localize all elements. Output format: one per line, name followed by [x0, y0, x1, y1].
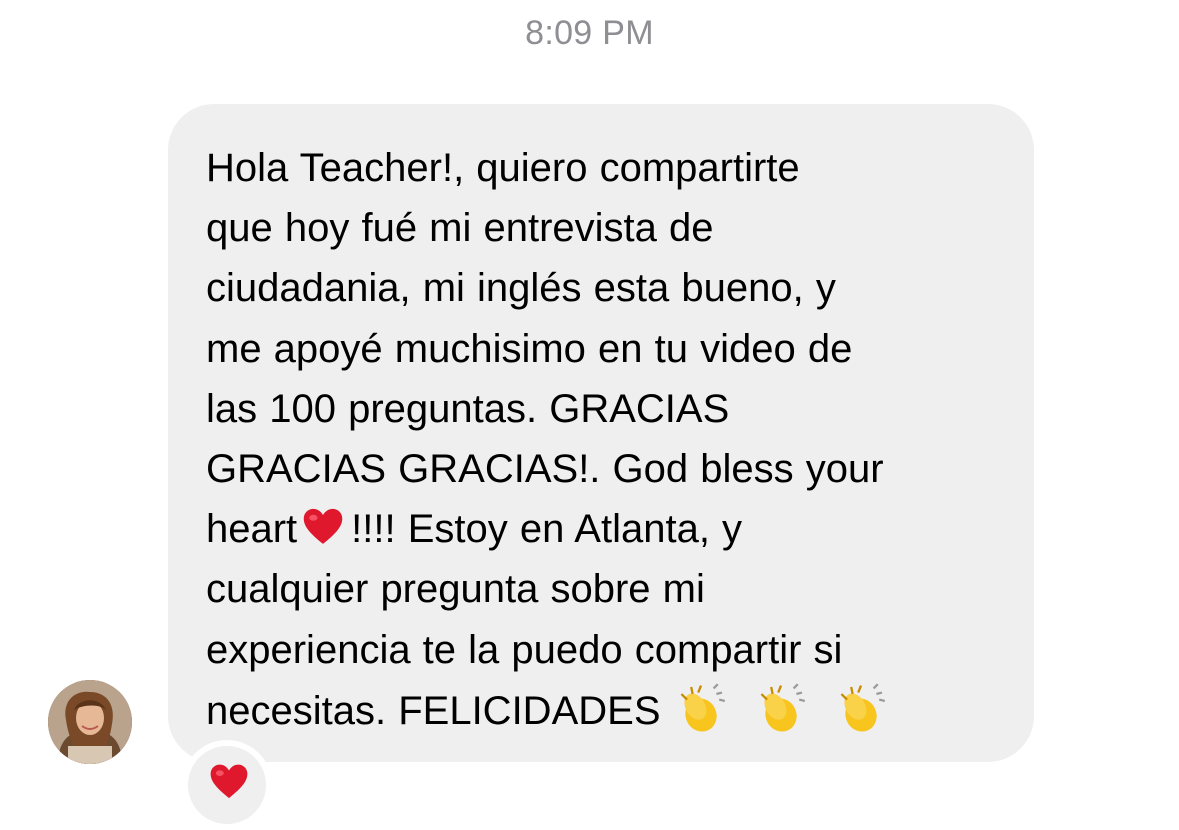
sender-avatar[interactable] — [48, 680, 132, 764]
avatar-photo-icon — [48, 680, 132, 764]
message-text-part-1: Hola Teacher!, quiero compartirte que ho… — [206, 146, 884, 552]
reaction-badge[interactable] — [182, 740, 272, 830]
heart-reaction-icon — [210, 764, 248, 799]
clapping-hands-icon — [680, 683, 725, 732]
message-timestamp: 8:09 PM — [525, 14, 654, 52]
incoming-message-bubble[interactable]: Hola Teacher!, quiero compartirte que ho… — [168, 104, 1034, 762]
heart-emoji-icon — [303, 509, 343, 545]
message-text: Hola Teacher!, quiero compartirte que ho… — [206, 138, 1014, 741]
clapping-hands-icon — [760, 683, 805, 732]
clapping-hands-icon — [840, 683, 885, 732]
